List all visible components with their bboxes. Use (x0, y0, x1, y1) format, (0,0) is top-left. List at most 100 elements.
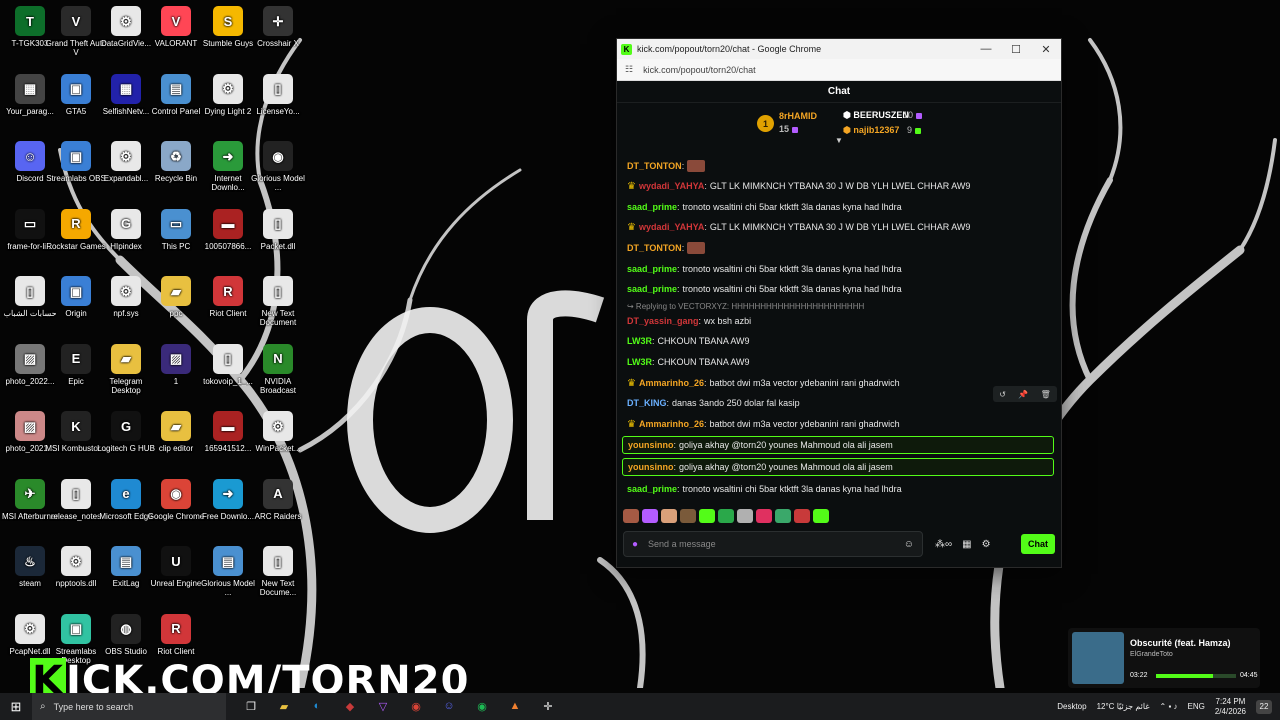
chat-message[interactable]: younsinno: goliya akhay @torn20 younes Ma… (622, 436, 1054, 454)
app-icon[interactable]: ▲ (506, 700, 524, 713)
desktop-icon[interactable]: ◉ Glorious Model ... (248, 141, 308, 205)
chat-message[interactable]: ♛ Ammarinho_26: batbot dwi m3a vector ydeb… (627, 374, 1051, 392)
message-username[interactable]: Ammarinho_26 (639, 419, 704, 429)
message-username[interactable]: wydadi_YAHYA (639, 222, 704, 232)
emote-icon[interactable] (718, 509, 734, 523)
chat-message[interactable]: DT_yassin_gang: wx bsh azbi (627, 312, 1051, 330)
maximize-button[interactable]: ☐ (1001, 43, 1031, 56)
desktop-toolbar[interactable]: Desktop (1057, 702, 1086, 711)
emote-icon[interactable] (794, 509, 810, 523)
desktop-icon[interactable]: ▤ Control Panel (146, 73, 206, 138)
leader-third-name[interactable]: ⬢ najib12367 (843, 125, 899, 136)
leader-second-name[interactable]: ⬢ BEERUSZEN (843, 110, 909, 121)
windows-start-icon[interactable]: ⊞ (0, 699, 32, 715)
message-username[interactable]: LW3R (627, 336, 652, 346)
desktop-icon[interactable]: ▨ 1 (146, 343, 206, 408)
collapse-chevron-icon[interactable]: ▼ (835, 136, 843, 145)
chat-message[interactable]: saad_prime: tronoto wsaltini chi 5bar ktk… (627, 198, 1051, 216)
desktop-icon[interactable]: ♻ Recycle Bin (146, 141, 206, 205)
leader-first-name[interactable]: 8rHAMID (779, 111, 817, 121)
language-indicator[interactable]: ENG (1188, 702, 1205, 711)
tray-icons[interactable]: ⌃ ▪ ♪ (1160, 702, 1178, 711)
message-input[interactable]: ● Send a message ☺ (623, 531, 923, 557)
message-username[interactable]: younsinno (628, 440, 674, 450)
chat-message[interactable]: DT_KING: danas 3ando 250 dolar fal kasip (627, 394, 1051, 412)
discord-icon[interactable]: ☺ (440, 700, 458, 713)
app-icon[interactable]: ◆ (341, 700, 359, 713)
desktop-icon[interactable]: ▯ LicenseYo... (248, 73, 308, 138)
emote-icon[interactable] (699, 509, 715, 523)
emote-icon[interactable] (775, 509, 791, 523)
minimize-button[interactable]: — (971, 43, 1001, 55)
chat-message[interactable]: ♛ Ammarinho_26: batbot dwi m3a vector ydeb… (627, 415, 1051, 433)
close-button[interactable]: ✕ (1031, 43, 1061, 56)
emote-icon[interactable] (623, 509, 639, 523)
message-placeholder[interactable]: Send a message (648, 539, 904, 549)
emoji-icon[interactable]: ☺ (904, 539, 914, 550)
address-bar[interactable]: ☷ kick.com/popout/torn20/chat (617, 59, 1061, 81)
desktop-icon[interactable]: ▭ This PC (146, 208, 206, 273)
send-chat-button[interactable]: Chat (1021, 534, 1055, 554)
kicks-icon[interactable]: ⁂∞ (935, 539, 952, 550)
mic-icon[interactable]: ● (632, 539, 638, 550)
chat-messages[interactable]: ↪ Replying to VECTORXYZ: HHHHHHHHHHHHHHH… (617, 157, 1061, 503)
weather-widget[interactable]: 12°C غائم جزئيًا (1097, 702, 1150, 711)
chat-message[interactable]: DT_TONTON: (627, 239, 1051, 257)
chat-message[interactable]: LW3R: CHKOUN TBANA AW9 (627, 332, 1051, 350)
emote-icon[interactable] (756, 509, 772, 523)
desktop-icon[interactable]: A ARC Raiders (248, 478, 308, 543)
chat-message[interactable]: ♛ wydadi_YAHYA: GLT LK MIMKNCH YTBANA 30 J… (627, 218, 1051, 236)
chat-message[interactable]: saad_prime: tronoto wsaltini chi 5bar ktk… (627, 260, 1051, 278)
message-username[interactable]: saad_prime (627, 284, 677, 294)
message-username[interactable]: younsinno (628, 462, 674, 472)
notification-badge[interactable]: 22 (1256, 699, 1272, 714)
emote-bar[interactable] (623, 509, 829, 523)
desktop-icon[interactable]: ▰ clip editor (146, 411, 206, 475)
task-view-icon[interactable]: ❐ (242, 700, 260, 713)
progress-bar[interactable] (1156, 674, 1236, 678)
emote-icon[interactable] (737, 509, 753, 523)
message-username[interactable]: wydadi_YAHYA (639, 181, 704, 191)
chat-message[interactable]: saad_prime: tronoto wsaltini chi 5bar ktk… (627, 480, 1051, 498)
emote-icon[interactable] (642, 509, 658, 523)
desktop-icon[interactable]: ▯ New Text Docume... (248, 546, 308, 610)
spotify-icon[interactable]: ◉ (473, 700, 491, 713)
settings-icon[interactable]: ⚙ (982, 539, 991, 550)
clock[interactable]: 7:24 PM 2/4/2026 (1215, 697, 1246, 717)
crosshair-icon[interactable]: ✛ (539, 700, 557, 713)
now-playing-widget[interactable]: Obscurité (feat. Hamza) ElGrandeToto 03:… (1068, 628, 1260, 688)
message-username[interactable]: DT_TONTON (627, 243, 682, 253)
chat-message[interactable]: younsinno: goliya akhay @torn20 younes Ma… (622, 458, 1054, 476)
message-username[interactable]: saad_prime (627, 484, 677, 494)
message-username[interactable]: saad_prime (627, 202, 677, 212)
message-username[interactable]: DT_yassin_gang (627, 316, 699, 326)
desktop-icon[interactable]: N NVIDIA Broadcast (248, 343, 308, 408)
message-username[interactable]: saad_prime (627, 264, 677, 274)
desktop-icon[interactable]: ✛ Crosshair X (248, 6, 308, 70)
chat-message[interactable]: ♛ wydadi_YAHYA: GLT LK MIMKNCH YTBANA 30 J… (627, 177, 1051, 195)
message-username[interactable]: DT_KING (627, 398, 667, 408)
app-icon[interactable]: ▽ (374, 700, 392, 713)
store-icon[interactable]: ▦ (962, 539, 971, 550)
chat-message[interactable]: saad_prime: tronoto wsaltini chi 5bar ktk… (627, 280, 1051, 298)
taskbar-search[interactable]: ⌕ Type here to search (32, 693, 226, 720)
chat-message[interactable]: LW3R: CHKOUN TBANA AW9 (627, 353, 1051, 371)
emote-icon[interactable] (680, 509, 696, 523)
emote-icon[interactable] (661, 509, 677, 523)
chat-window[interactable]: K kick.com/popout/torn20/chat - Google C… (616, 38, 1062, 568)
edge-icon[interactable]: ◐ (308, 700, 326, 713)
desktop-icon[interactable]: ◉ Google Chrome (146, 478, 206, 543)
desktop-icon[interactable]: ▯ New Text Document (248, 276, 308, 340)
site-settings-icon[interactable]: ☷ (625, 64, 633, 75)
desktop-icon[interactable]: ▯ Packet.dll (248, 208, 308, 273)
desktop-icon[interactable]: U Unreal Engine (146, 546, 206, 610)
window-titlebar[interactable]: K kick.com/popout/torn20/chat - Google C… (617, 39, 1061, 59)
desktop-icon[interactable]: V VALORANT (146, 6, 206, 70)
message-username[interactable]: LW3R (627, 357, 652, 367)
message-username[interactable]: DT_TONTON (627, 161, 682, 171)
chat-message[interactable]: DT_TONTON: (627, 157, 1051, 175)
message-username[interactable]: Ammarinho_26 (639, 378, 704, 388)
desktop-icon[interactable]: ▰ ppc (146, 276, 206, 340)
chrome-icon[interactable]: ◉ (407, 700, 425, 713)
file-explorer-icon[interactable]: ▰ (275, 700, 293, 713)
